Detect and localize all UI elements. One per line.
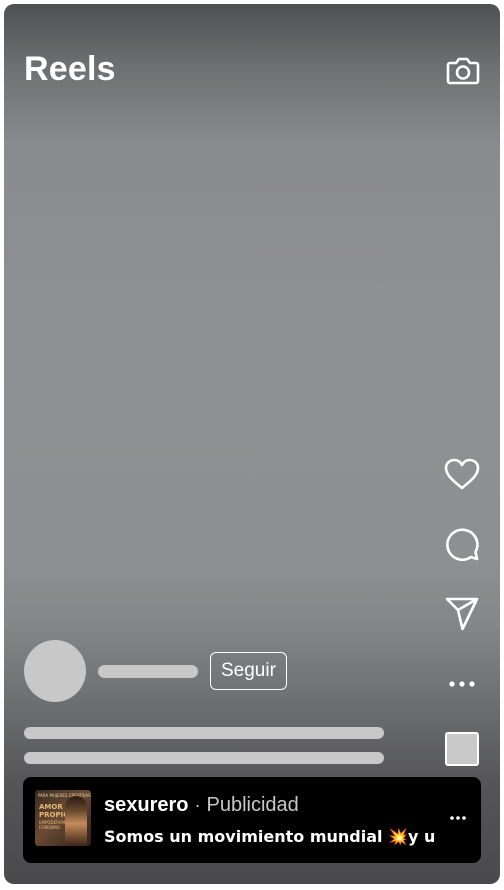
reels-viewer: Reels Seguir PARA MUJERES CREATIVAS AMOR… (4, 4, 500, 884)
ad-thumbnail-figure (65, 796, 87, 846)
avatar[interactable] (24, 640, 86, 702)
ad-header: sexurero · Publicidad (104, 794, 299, 817)
sponsored-label: Publicidad (206, 794, 299, 816)
caption-placeholder-line (24, 752, 384, 764)
username-placeholder (98, 664, 198, 678)
send-icon (445, 597, 479, 631)
action-rail (442, 454, 482, 704)
like-button[interactable] (442, 454, 482, 494)
comment-button[interactable] (442, 524, 482, 564)
ad-separator: · (194, 795, 201, 815)
heart-icon (444, 458, 480, 490)
more-horizontal-icon (450, 816, 466, 820)
ad-thumbnail-text: PARA MUJERES CREATIVAS (38, 793, 91, 798)
comment-icon (446, 528, 479, 562)
camera-button[interactable] (444, 52, 482, 90)
more-options-button[interactable] (442, 664, 482, 704)
ad-caption: Somos un movimiento mundial 💥y un… (104, 827, 434, 846)
audio-thumbnail[interactable] (445, 732, 479, 766)
ad-thumbnail: PARA MUJERES CREATIVAS AMOR PROPIO EMPOD… (35, 790, 91, 846)
follow-button[interactable]: Seguir (210, 652, 287, 690)
caption-placeholder-line (24, 727, 384, 739)
ad-account-name[interactable]: sexurero (104, 794, 189, 817)
author-row: Seguir (24, 640, 287, 702)
sponsored-banner[interactable]: PARA MUJERES CREATIVAS AMOR PROPIO EMPOD… (23, 777, 481, 863)
share-button[interactable] (442, 594, 482, 634)
ad-more-button[interactable] (447, 807, 469, 829)
page-title: Reels (24, 50, 116, 88)
more-horizontal-icon (449, 681, 475, 687)
camera-icon (446, 57, 480, 85)
